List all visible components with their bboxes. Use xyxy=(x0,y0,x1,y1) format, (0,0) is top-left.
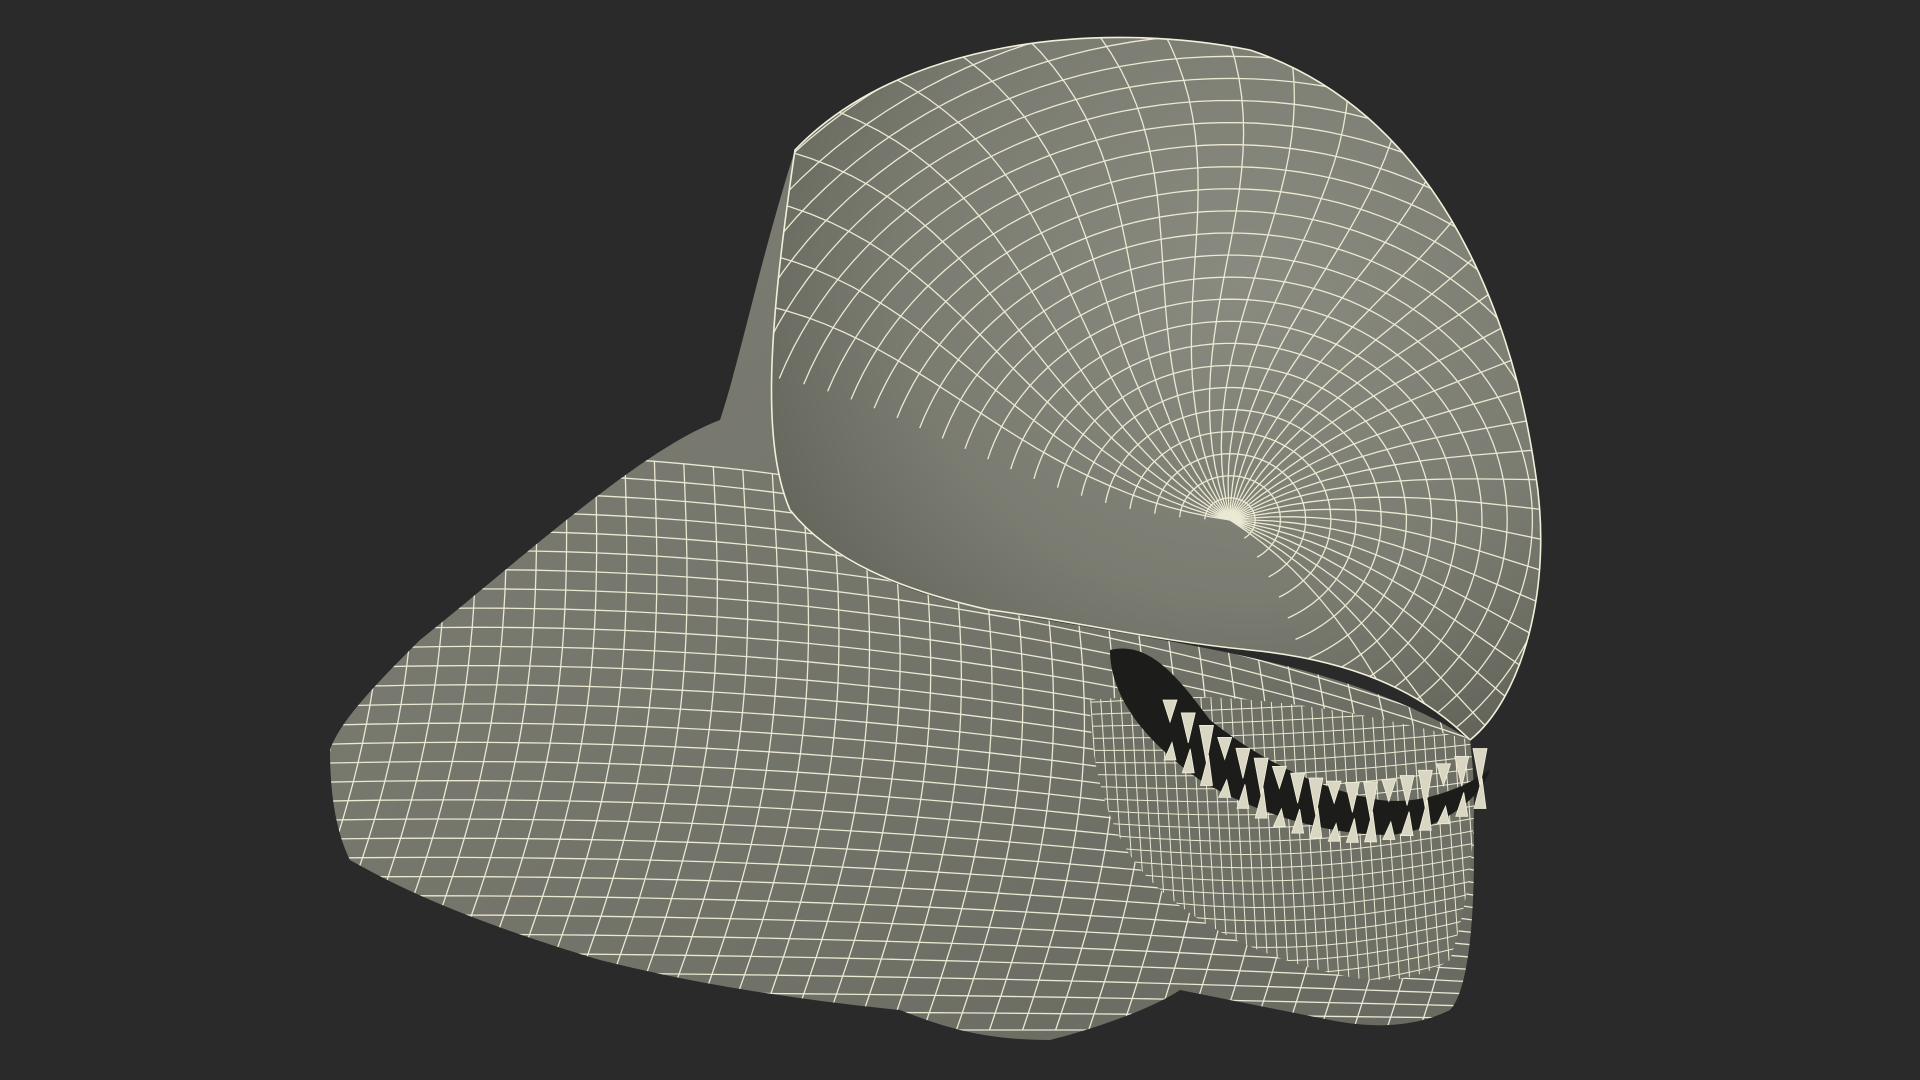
render-viewport xyxy=(0,0,1920,1080)
mesh-edge xyxy=(1480,680,1520,1030)
wireframe-render xyxy=(330,36,1542,1040)
mesh-edge xyxy=(330,459,331,1031)
